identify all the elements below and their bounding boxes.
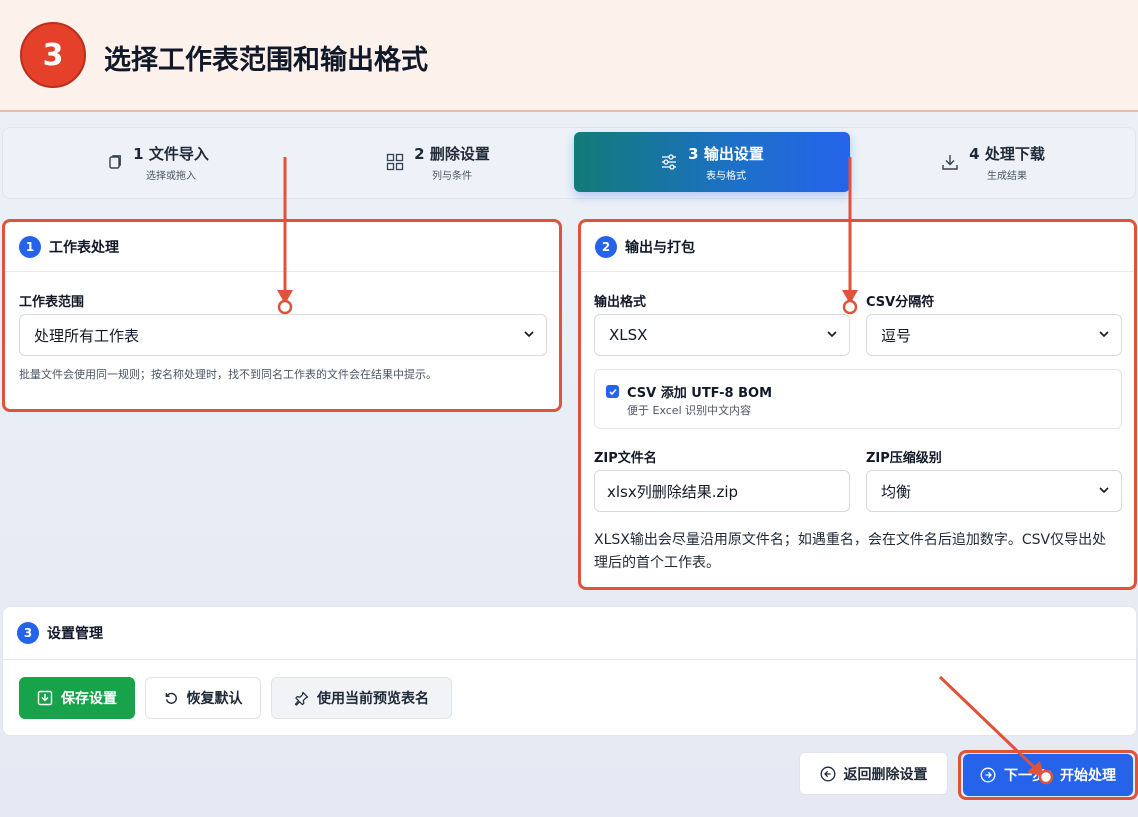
sheet-processing-card: 1 工作表处理 工作表范围 处理所有工作表 批量文件会使用同一规则；按名称处理时… — [2, 219, 562, 412]
settings-management-card: 3 设置管理 保存设置 恢复默认 使用当前预览表名 — [2, 606, 1137, 736]
save-icon — [37, 690, 53, 706]
sliders-icon — [662, 154, 677, 170]
card-number-badge: 1 — [19, 235, 41, 258]
chevron-down-icon — [524, 331, 534, 338]
tab-file-import[interactable]: 1 文件导入 选择或拖入 — [13, 132, 303, 192]
save-settings-button[interactable]: 保存设置 — [19, 677, 135, 719]
card-title: 设置管理 — [47, 626, 103, 642]
tab-delete-settings[interactable]: 2 删除设置 列与条件 — [293, 132, 583, 192]
zip-name-value: xlsx列删除结果.zip — [607, 482, 739, 501]
arrow-right-circle-icon — [980, 767, 996, 783]
zip-name-label: ZIP文件名 — [594, 451, 657, 466]
tab-label: 4 处理下载 — [969, 144, 1045, 163]
card-number-badge: 3 — [17, 622, 39, 644]
output-format-select[interactable]: XLSX — [594, 314, 850, 356]
reset-default-button[interactable]: 恢复默认 — [145, 677, 261, 719]
csv-bom-checkbox[interactable] — [606, 385, 619, 398]
chevron-down-icon — [827, 331, 837, 338]
chevron-down-icon — [1099, 331, 1109, 338]
tab-label: 1 文件导入 — [133, 144, 209, 163]
output-note: XLSX输出会尽量沿用原文件名；如遇重名，会在文件名后追加数字。CSV仅导出处理… — [594, 532, 1107, 571]
rotate-icon — [165, 692, 177, 704]
back-to-delete-settings-button[interactable]: 返回删除设置 — [799, 752, 948, 795]
tab-process-download[interactable]: 4 处理下载 生成结果 — [853, 132, 1133, 192]
tab-sub: 生成结果 — [986, 170, 1027, 182]
card-title: 输出与打包 — [625, 239, 695, 256]
file-icon — [109, 155, 122, 169]
banner-title: 选择工作表范围和输出格式 — [104, 45, 428, 76]
csv-bom-hint: 便于 Excel 识别中文内容 — [627, 404, 752, 417]
chevron-down-icon — [1099, 487, 1109, 494]
tab-sub: 列与条件 — [431, 170, 472, 182]
zip-level-value: 均衡 — [881, 482, 912, 501]
card-header: 3 设置管理 — [3, 607, 1136, 660]
csv-bom-option[interactable]: CSV 添加 UTF-8 BOM 便于 Excel 识别中文内容 — [594, 369, 1122, 429]
zip-name-input[interactable]: xlsx列删除结果.zip — [594, 470, 850, 512]
output-packaging-card: 2 输出与打包 输出格式 XLSX CSV分隔符 逗号 CSV 添加 UTF-8… — [578, 219, 1137, 590]
tab-label: 2 删除设置 — [414, 144, 490, 163]
csv-separator-label: CSV分隔符 — [866, 295, 935, 310]
csv-bom-label: CSV 添加 UTF-8 BOM — [627, 386, 773, 401]
next-label: 下一步：开始处理 — [1004, 768, 1116, 784]
next-start-processing-button[interactable]: 下一步：开始处理 — [963, 754, 1133, 796]
step-number-badge: 3 — [20, 22, 86, 88]
tab-label: 3 输出设置 — [688, 144, 764, 163]
card-header: 2 输出与打包 — [581, 222, 1134, 272]
card-title: 工作表处理 — [49, 239, 119, 256]
tab-sub: 表与格式 — [705, 170, 746, 182]
step-banner: 3 选择工作表范围和输出格式 — [0, 0, 1138, 112]
grid-icon — [387, 153, 404, 171]
tab-output-settings[interactable]: 3 输出设置 表与格式 — [574, 132, 850, 192]
csv-separator-value: 逗号 — [881, 326, 912, 345]
sheet-range-select[interactable]: 处理所有工作表 — [19, 314, 547, 356]
csv-separator-select[interactable]: 逗号 — [866, 314, 1122, 356]
step-tabs: 1 文件导入 选择或拖入 2 删除设置 列与条件 3 输出设置 表与格式 4 处… — [2, 127, 1136, 199]
tab-sub: 选择或拖入 — [145, 170, 196, 182]
sheet-range-label: 工作表范围 — [19, 295, 85, 310]
save-settings-label: 保存设置 — [61, 691, 117, 707]
use-preview-sheet-label: 使用当前预览表名 — [317, 691, 429, 707]
sheet-range-value: 处理所有工作表 — [34, 326, 140, 345]
sheet-range-hint: 批量文件会使用同一规则；按名称处理时，找不到同名工作表的文件会在结果中提示。 — [19, 368, 437, 381]
zip-level-select[interactable]: 均衡 — [866, 470, 1122, 512]
download-icon — [942, 155, 958, 170]
reset-default-label: 恢复默认 — [186, 691, 243, 707]
arrow-left-circle-icon — [820, 766, 835, 781]
pin-icon — [294, 691, 309, 706]
output-format-value: XLSX — [609, 326, 648, 344]
card-header: 1 工作表处理 — [5, 222, 559, 272]
back-label: 返回删除设置 — [843, 766, 928, 783]
output-format-label: 输出格式 — [594, 295, 647, 310]
card-number-badge: 2 — [595, 235, 617, 258]
zip-level-label: ZIP压缩级别 — [866, 451, 942, 466]
use-preview-sheet-button[interactable]: 使用当前预览表名 — [271, 677, 452, 719]
check-icon — [608, 388, 617, 395]
